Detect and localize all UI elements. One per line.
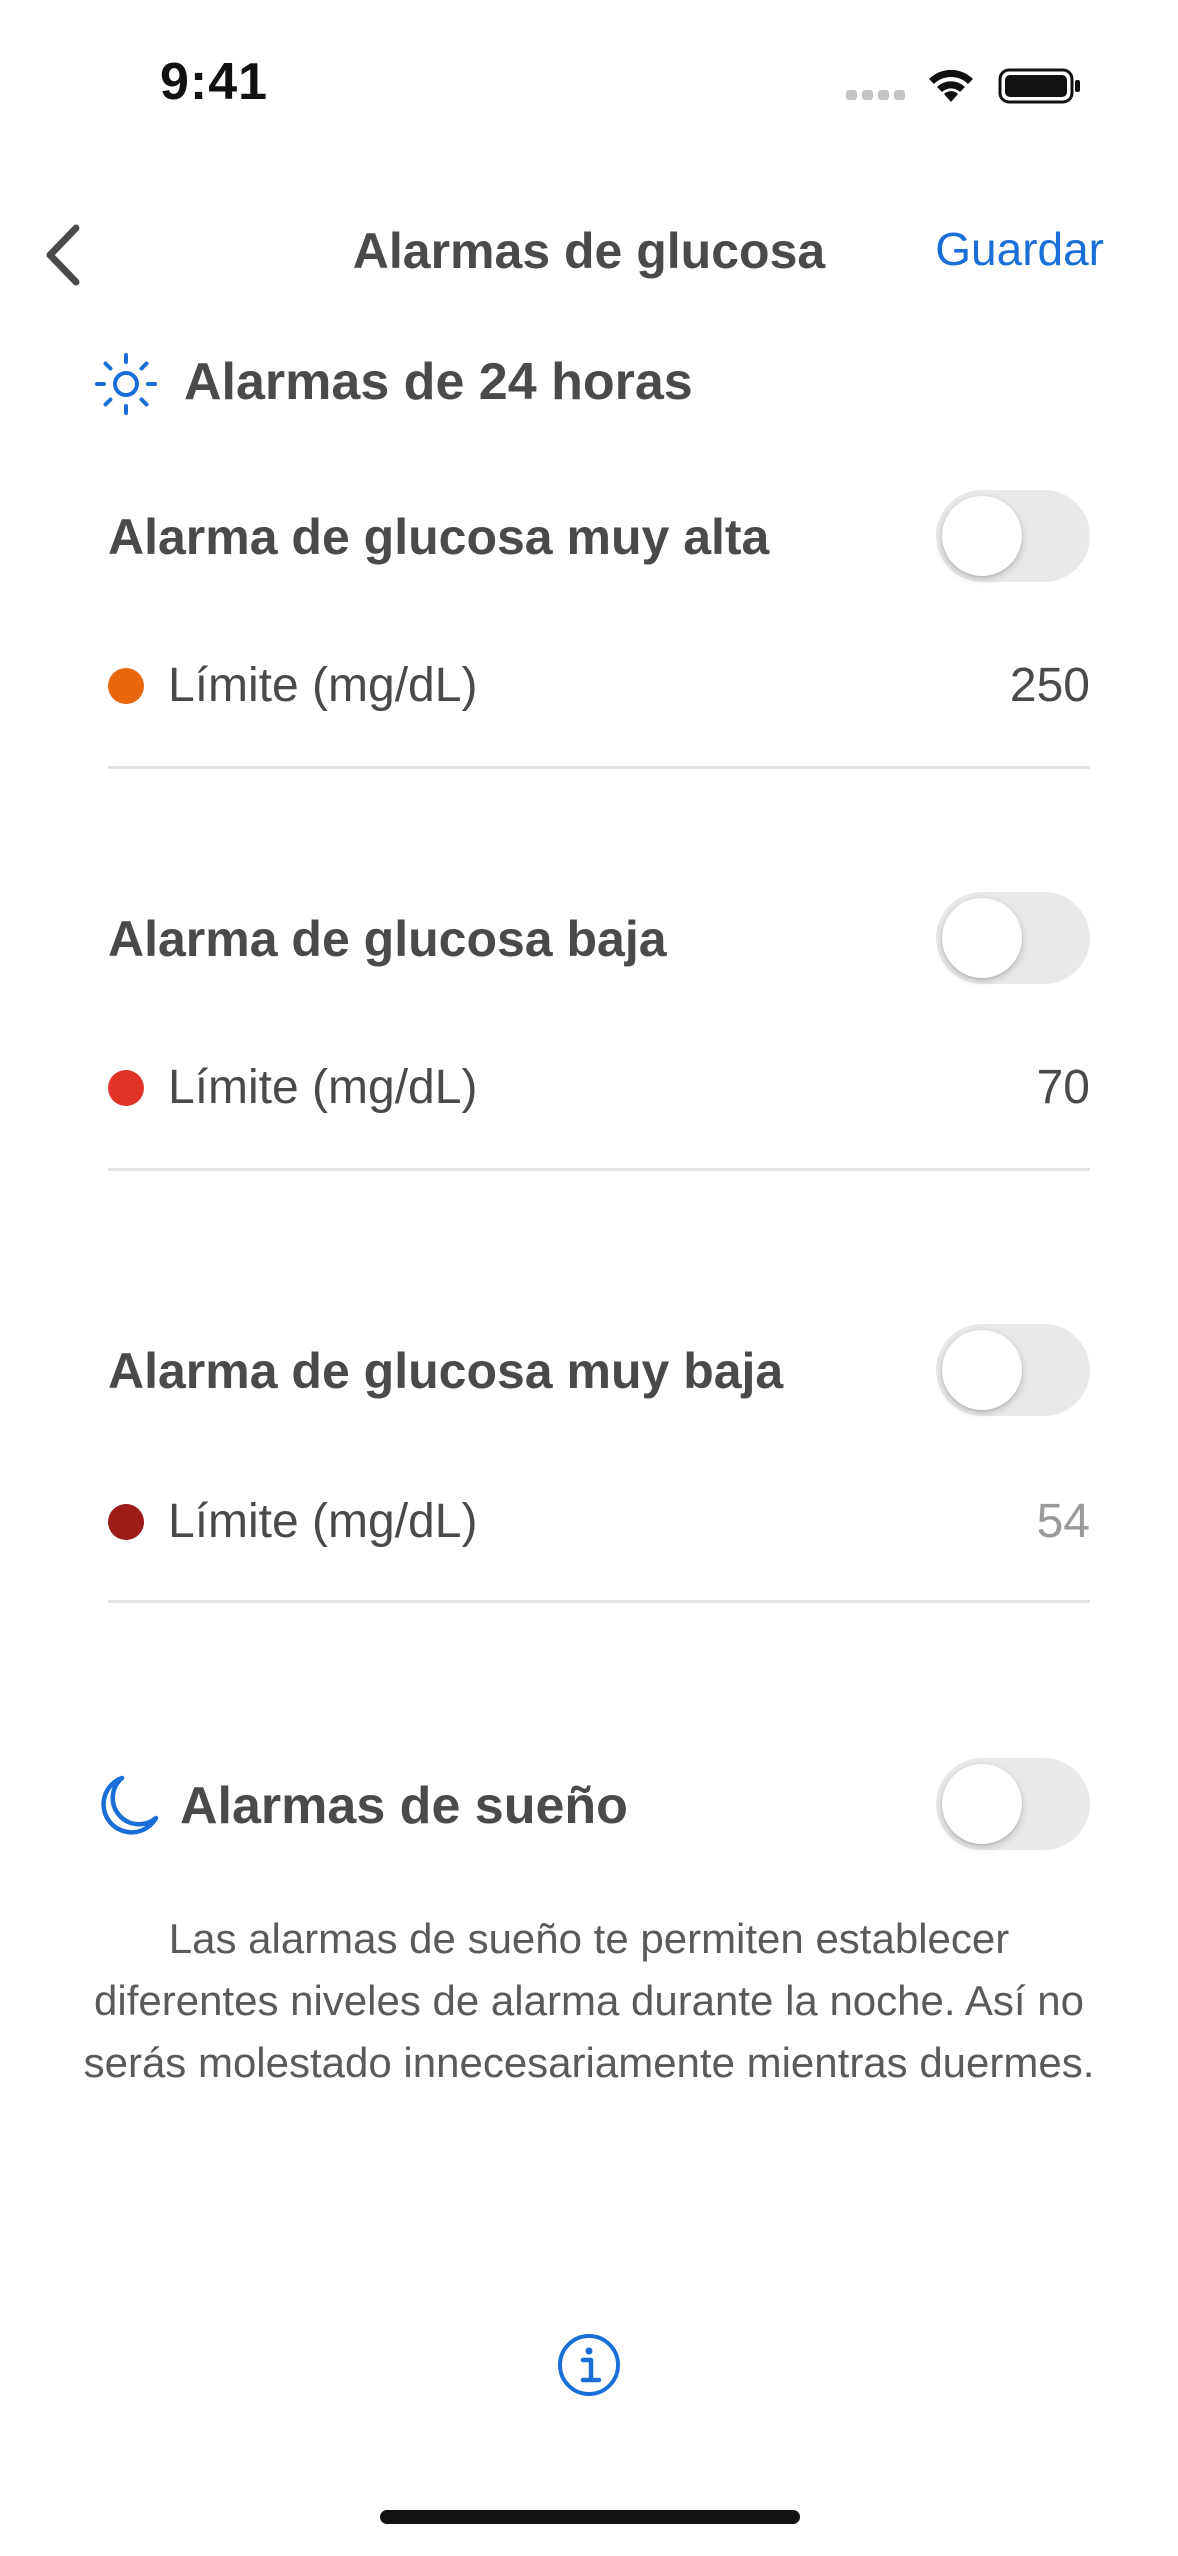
home-indicator[interactable] (380, 2510, 800, 2524)
alarm-title-very-high: Alarma de glucosa muy alta (108, 509, 770, 565)
alarm-title-very-low: Alarma de glucosa muy baja (108, 1343, 784, 1399)
limit-value-very-high[interactable]: 250 (1010, 658, 1090, 713)
save-button[interactable]: Guardar (935, 222, 1104, 276)
toggle-low-alarm[interactable] (936, 892, 1090, 984)
status-dot-dark-red (108, 1504, 144, 1540)
toggle-sleep-alarms[interactable] (936, 1758, 1090, 1850)
divider (108, 1168, 1090, 1171)
toggle-knob (942, 496, 1022, 576)
toggle-very-high-alarm[interactable] (936, 490, 1090, 582)
sun-icon (95, 353, 157, 415)
limit-label-very-high: Límite (mg/dL) (168, 659, 478, 712)
toggle-knob (942, 1330, 1022, 1410)
limit-label-very-low: Límite (mg/dL) (168, 1495, 478, 1548)
toggle-knob (942, 1764, 1022, 1844)
status-dot-red (108, 1070, 144, 1106)
info-icon[interactable] (556, 2332, 622, 2398)
sleep-alarms-title: Alarmas de sueño (180, 1777, 628, 1835)
wifi-icon (929, 69, 973, 102)
limit-value-very-low: 54 (1036, 1495, 1090, 1548)
status-time: 9:41 (160, 53, 269, 111)
limit-label-low: Límite (mg/dL) (168, 1061, 478, 1114)
moon-icon (101, 1775, 159, 1835)
cellular-signal-icon (846, 90, 906, 104)
battery-icon (998, 68, 1080, 104)
limit-value-low[interactable]: 70 (1037, 1060, 1090, 1115)
status-dot-orange (108, 668, 144, 704)
divider (108, 766, 1090, 769)
alarm-title-low: Alarma de glucosa baja (108, 911, 667, 967)
section-title-24h: Alarmas de 24 horas (184, 353, 693, 411)
toggle-knob (942, 898, 1022, 978)
divider (108, 1600, 1090, 1603)
sleep-alarms-description: Las alarmas de sueño te permiten estable… (83, 1915, 1095, 2086)
toggle-very-low-alarm[interactable] (936, 1324, 1090, 1416)
